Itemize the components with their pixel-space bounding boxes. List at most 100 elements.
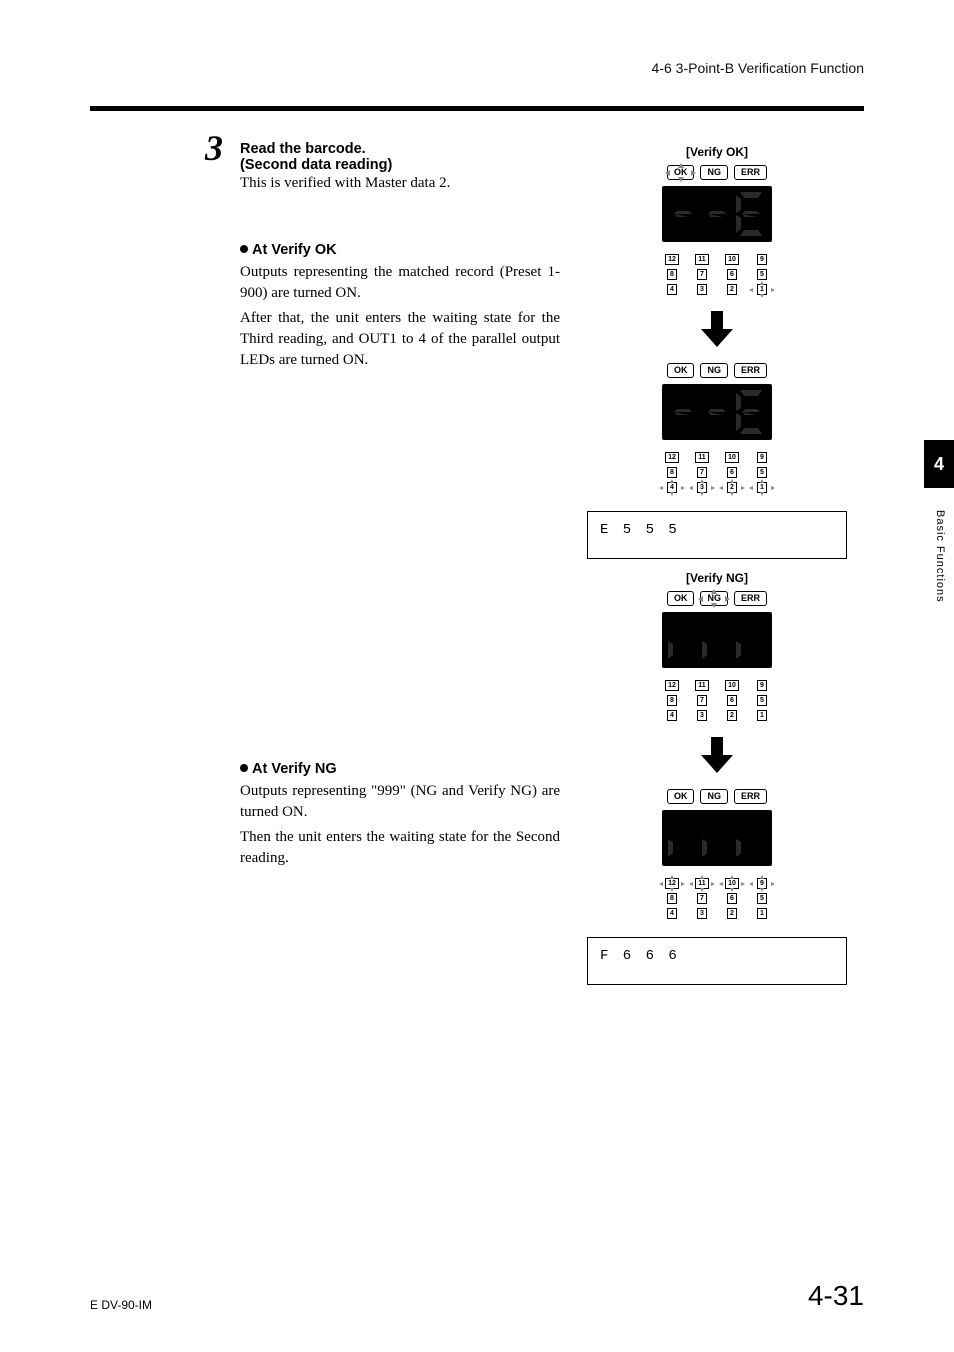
led-grid: 121110987654321	[661, 452, 773, 493]
bullet-icon	[240, 764, 248, 772]
led-cell: 4	[661, 284, 683, 295]
led-cell: 2	[721, 284, 743, 295]
led-cell: 11	[691, 254, 713, 265]
led-grid: 12 11 10 9 8765 4321	[661, 878, 773, 919]
page-header: 4-6 3-Point-B Verification Function	[0, 0, 954, 94]
led-cell: 10	[721, 452, 743, 463]
data-box: E 5 5 5	[587, 511, 847, 559]
led-cell: 5	[751, 893, 773, 904]
led-cell: 4	[661, 710, 683, 721]
status-row: OK NG ERR	[667, 789, 767, 804]
seg-display	[662, 186, 772, 242]
panel-ok-top: OK NG ERR 121110987654321 OK NG ERR 1211…	[570, 161, 864, 567]
panel-ng: OK NG ERR 121110987654321 OK NG ERR 1211…	[570, 587, 864, 993]
led-cell: 7	[691, 695, 713, 706]
verify-ok-heading: At Verify OK	[240, 242, 570, 258]
side-label: Basic Functions	[934, 510, 946, 603]
verify-ng-caption: [Verify NG]	[570, 571, 864, 585]
verify-ok-section: At Verify OK Outputs representing the ma…	[240, 242, 570, 371]
status-ok: OK	[667, 165, 695, 180]
led-cell: 12	[661, 878, 683, 889]
led-cell: 9	[751, 452, 773, 463]
bullet-icon	[240, 245, 248, 253]
led-cell: 8	[661, 269, 683, 280]
led-cell: 11	[691, 680, 713, 691]
led-cell: 9	[751, 254, 773, 265]
verify-ng-body1: Outputs representing "999" (NG and Verif…	[240, 781, 570, 823]
verify-ng-body2: Then the unit enters the waiting state f…	[240, 827, 570, 869]
led-cell: 1	[751, 482, 773, 493]
led-cell: 12	[661, 254, 683, 265]
led-cell: 10	[721, 680, 743, 691]
chapter-number: 4	[934, 454, 944, 475]
led-cell: 8	[661, 695, 683, 706]
status-err: ERR	[734, 789, 767, 804]
status-ok: OK	[667, 591, 695, 606]
status-err: ERR	[734, 363, 767, 378]
step-number: 3	[205, 127, 223, 169]
verify-ng-heading: At Verify NG	[240, 761, 570, 777]
led-cell: 3	[691, 710, 713, 721]
led-cell: 3	[691, 908, 713, 919]
led-cell: 11	[691, 452, 713, 463]
led-grid: 121110987654321	[661, 254, 773, 295]
seg-display	[662, 384, 772, 440]
led-cell: 10	[721, 878, 743, 889]
status-row: OK NG ERR	[667, 591, 767, 606]
chapter-tab: 4	[924, 440, 954, 488]
arrow-down-icon	[701, 311, 733, 347]
status-ng: NG	[700, 363, 728, 378]
led-cell: 8	[661, 893, 683, 904]
status-ng: NG	[700, 165, 728, 180]
led-cell: 2	[721, 482, 743, 493]
left-column: 3 Read the barcode. (Second data reading…	[90, 141, 570, 993]
section-title: 4-6 3-Point-B Verification Function	[652, 60, 864, 76]
led-cell: 10	[721, 254, 743, 265]
status-ng: NG	[700, 789, 728, 804]
led-cell: 9	[751, 680, 773, 691]
status-row: OK NG ERR	[667, 363, 767, 378]
content: 3 Read the barcode. (Second data reading…	[0, 111, 954, 993]
led-cell: 6	[721, 893, 743, 904]
doc-id: E DV-90-IM	[90, 1298, 152, 1312]
status-row: OK NG ERR	[667, 165, 767, 180]
seg-display	[662, 612, 772, 668]
led-cell: 9	[751, 878, 773, 889]
led-cell: 12	[661, 680, 683, 691]
step-subtitle: (Second data reading)	[240, 157, 570, 173]
led-cell: 4	[661, 908, 683, 919]
led-cell: 1	[751, 908, 773, 919]
verify-ok-caption: [Verify OK]	[570, 145, 864, 159]
led-cell: 3	[691, 284, 713, 295]
led-cell: 2	[721, 908, 743, 919]
led-grid: 12 11 10 9 8765 4321	[661, 680, 773, 721]
status-err: ERR	[734, 591, 767, 606]
led-cell: 3	[691, 482, 713, 493]
led-cell: 1	[751, 284, 773, 295]
verify-ok-body2: After that, the unit enters the waiting …	[240, 308, 570, 371]
step-title: Read the barcode.	[240, 141, 570, 157]
led-cell: 4	[661, 482, 683, 493]
led-cell: 12	[661, 452, 683, 463]
status-ok: OK	[667, 789, 695, 804]
data-box: F 6 6 6	[587, 937, 847, 985]
step-desc: This is verified with Master data 2.	[240, 175, 570, 192]
led-cell: 1	[751, 710, 773, 721]
led-cell: 2	[721, 710, 743, 721]
status-ng: NG	[700, 591, 728, 606]
right-column: [Verify OK] OK NG ERR 121110987654321 OK…	[570, 141, 864, 993]
status-ok: OK	[667, 363, 695, 378]
led-cell: 11	[691, 878, 713, 889]
led-cell: 6	[721, 269, 743, 280]
led-cell: 5	[751, 695, 773, 706]
led-cell: 6	[721, 695, 743, 706]
status-err: ERR	[734, 165, 767, 180]
verify-ng-section: At Verify NG Outputs representing "999" …	[240, 761, 570, 869]
verify-ok-body1: Outputs representing the matched record …	[240, 262, 570, 304]
footer: E DV-90-IM 4-31	[0, 1280, 954, 1312]
seg-display	[662, 810, 772, 866]
page-number: 4-31	[808, 1280, 864, 1312]
led-cell: 7	[691, 893, 713, 904]
led-cell: 7	[691, 269, 713, 280]
arrow-down-icon	[701, 737, 733, 773]
